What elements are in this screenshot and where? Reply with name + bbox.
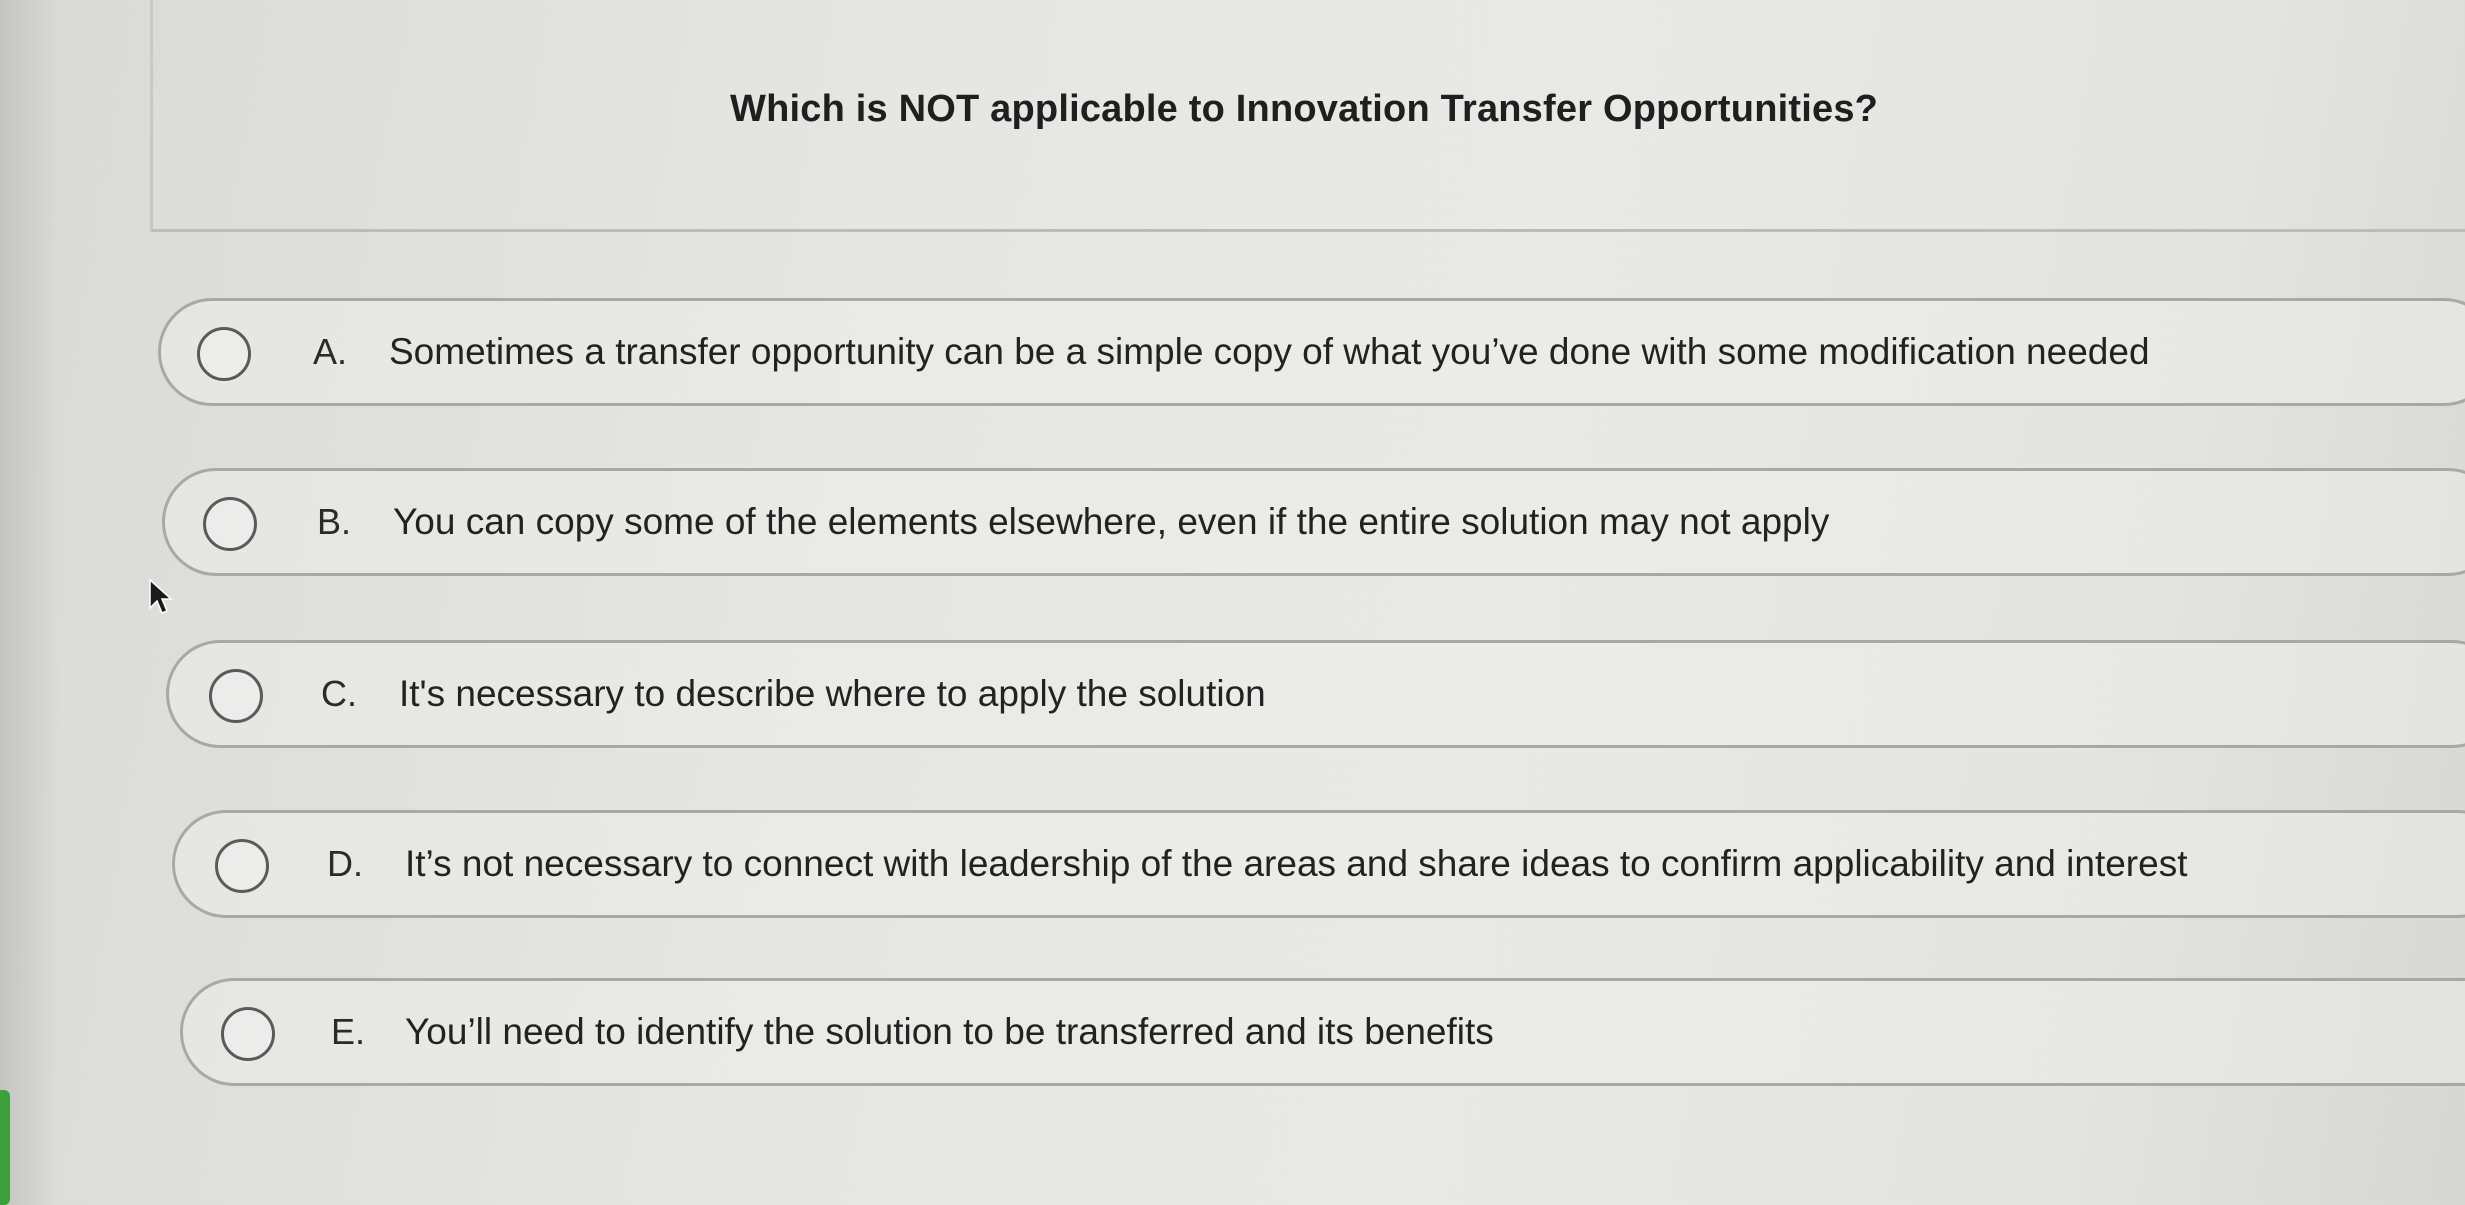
option-a-text: Sometimes a transfer opportunity can be … — [389, 331, 2150, 372]
option-e-text: You’ll need to identify the solution to … — [405, 1011, 1494, 1052]
radio-unselected-icon[interactable] — [221, 1007, 275, 1061]
option-d-letter: D. — [327, 843, 363, 884]
option-e[interactable]: E. You’ll need to identify the solution … — [180, 978, 2465, 1086]
option-d[interactable]: D. It’s not necessary to connect with le… — [172, 810, 2465, 918]
option-e-letter: E. — [331, 1011, 366, 1052]
option-b-letter: B. — [317, 501, 352, 542]
answer-options: A. Sometimes a transfer opportunity can … — [0, 0, 2465, 1205]
option-c-letter: C. — [321, 673, 357, 714]
radio-unselected-icon[interactable] — [215, 839, 269, 893]
mouse-pointer-icon — [149, 578, 173, 614]
option-b[interactable]: B. You can copy some of the elements els… — [162, 468, 2465, 576]
option-a[interactable]: A. Sometimes a transfer opportunity can … — [158, 298, 2465, 406]
radio-unselected-icon[interactable] — [203, 497, 257, 551]
option-c[interactable]: C. It's necessary to describe where to a… — [166, 640, 2465, 748]
option-b-text: You can copy some of the elements elsewh… — [393, 501, 1830, 542]
option-d-text: It’s not necessary to connect with leade… — [405, 843, 2188, 884]
option-c-text: It's necessary to describe where to appl… — [399, 673, 1266, 714]
option-a-letter: A. — [313, 331, 348, 372]
radio-unselected-icon[interactable] — [209, 669, 263, 723]
radio-unselected-icon[interactable] — [197, 327, 251, 381]
